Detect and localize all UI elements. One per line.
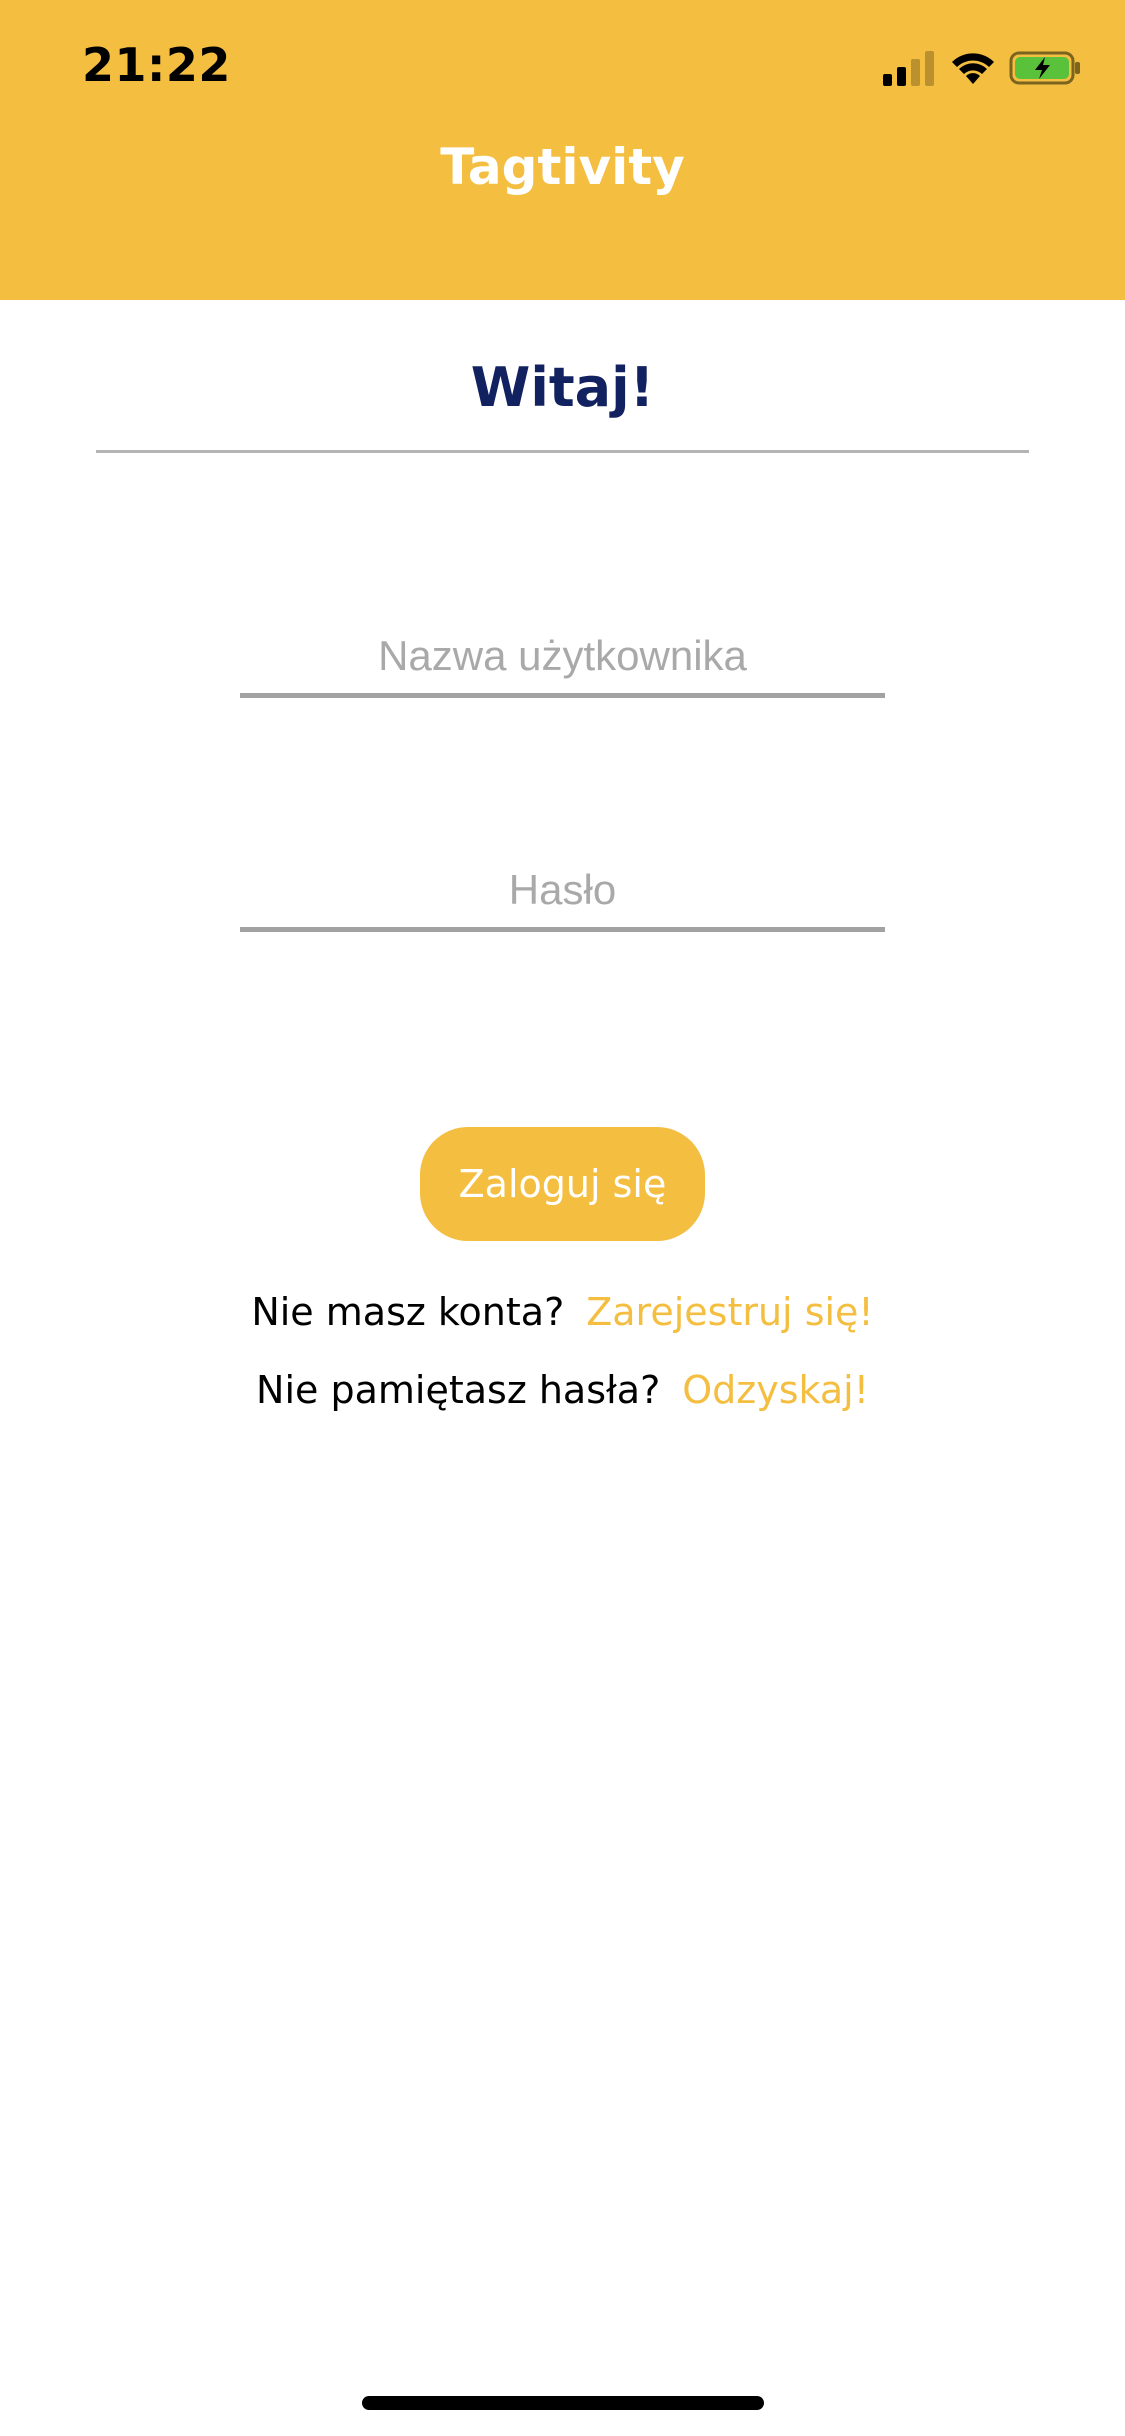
recover-row: Nie pamiętasz hasła? Odzyskaj! [0, 1368, 1125, 1412]
status-time: 21:22 [82, 38, 231, 92]
username-input[interactable] [240, 618, 885, 698]
recover-link[interactable]: Odzyskaj! [682, 1368, 869, 1412]
app-title: Tagtivity [440, 138, 685, 196]
register-link[interactable]: Zarejestruj się! [586, 1290, 873, 1334]
recover-prompt: Nie pamiętasz hasła? [256, 1368, 661, 1412]
battery-charging-icon [1009, 50, 1083, 90]
status-icons [881, 48, 1083, 92]
register-prompt: Nie masz konta? [251, 1290, 565, 1334]
home-indicator[interactable] [362, 2396, 764, 2410]
wifi-icon [949, 50, 997, 90]
greeting-heading: Witaj! [470, 356, 655, 419]
login-button[interactable]: Zaloguj się [420, 1127, 705, 1241]
greeting-divider [96, 450, 1029, 453]
register-row: Nie masz konta? Zarejestruj się! [0, 1290, 1125, 1334]
signal-icon [881, 50, 937, 90]
login-screen: 21:22 Tagtivity Witaj! Nazwa użytkownika… [0, 0, 1125, 2436]
password-input[interactable] [240, 852, 885, 932]
app-header: 21:22 Tagtivity [0, 0, 1125, 300]
